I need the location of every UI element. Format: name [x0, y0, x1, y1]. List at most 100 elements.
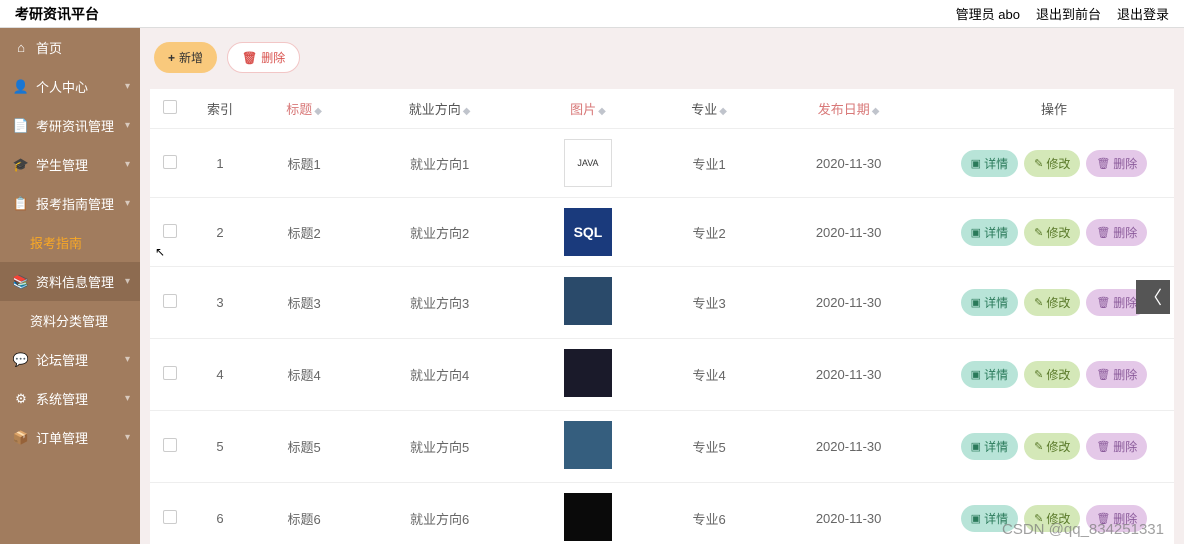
- detail-button[interactable]: ▣详情: [961, 361, 1018, 388]
- gear-icon: ⚙: [14, 392, 28, 406]
- cell-image: [521, 267, 655, 339]
- detail-icon: ▣: [971, 296, 981, 309]
- grad-icon: 🎓: [14, 158, 28, 172]
- add-button[interactable]: + 新增: [154, 42, 217, 73]
- row-checkbox[interactable]: [163, 510, 177, 524]
- col-image[interactable]: 图片◆: [521, 89, 655, 129]
- trash-icon: 🗑: [1096, 440, 1110, 453]
- thumbnail[interactable]: [564, 277, 612, 325]
- row-checkbox[interactable]: [163, 438, 177, 452]
- edit-icon: ✎: [1034, 226, 1043, 239]
- sidebar: ⌂首页👤个人中心▾📄考研资讯管理▾🎓学生管理▾📋报考指南管理▾报考指南📚资料信息…: [0, 28, 140, 544]
- detail-button[interactable]: ▣详情: [961, 219, 1018, 246]
- row-actions: ▣详情 ✎修改 🗑删除: [942, 361, 1166, 388]
- order-icon: 📦: [14, 431, 28, 445]
- sidebar-item-0[interactable]: ⌂首页: [0, 28, 140, 67]
- col-major[interactable]: 专业◆: [655, 89, 763, 129]
- delete-button[interactable]: 🗑 删除: [227, 42, 300, 73]
- sidebar-item-label: 论坛管理: [36, 350, 88, 369]
- cell-title: 标题4: [250, 339, 358, 411]
- sidebar-item-8[interactable]: 📦订单管理▾: [0, 418, 140, 457]
- thumbnail[interactable]: [564, 493, 612, 541]
- detail-icon: ▣: [971, 512, 981, 525]
- sidebar-subitem-4-0[interactable]: 报考指南: [0, 223, 140, 262]
- sidebar-item-6[interactable]: 💬论坛管理▾: [0, 340, 140, 379]
- sidebar-item-7[interactable]: ⚙系统管理▾: [0, 379, 140, 418]
- col-index[interactable]: 索引: [190, 89, 250, 129]
- sidebar-item-4[interactable]: 📋报考指南管理▾: [0, 184, 140, 223]
- row-checkbox[interactable]: [163, 294, 177, 308]
- edit-button[interactable]: ✎修改: [1024, 219, 1080, 246]
- forum-icon: 💬: [14, 353, 28, 367]
- cell-title: 标题5: [250, 411, 358, 483]
- cell-date: 2020-11-30: [763, 411, 934, 483]
- cell-major: 专业1: [655, 129, 763, 198]
- col-direction[interactable]: 就业方向◆: [358, 89, 521, 129]
- edit-button[interactable]: ✎修改: [1024, 361, 1080, 388]
- delete-button-label: 删除: [261, 49, 285, 66]
- edit-button[interactable]: ✎修改: [1024, 433, 1080, 460]
- chevron-down-icon: ▾: [125, 276, 130, 287]
- sidebar-item-label: 个人中心: [36, 77, 88, 96]
- sidebar-subitem-5-0[interactable]: 资料分类管理: [0, 301, 140, 340]
- exit-front-link[interactable]: 退出到前台: [1036, 4, 1101, 23]
- edit-icon: ✎: [1034, 157, 1043, 170]
- edit-button[interactable]: ✎修改: [1024, 150, 1080, 177]
- doc-icon: 📄: [14, 119, 28, 133]
- thumbnail[interactable]: [564, 349, 612, 397]
- cell-title: 标题3: [250, 267, 358, 339]
- app-title: 考研资讯平台: [15, 4, 99, 24]
- cursor-icon: ↖: [155, 245, 165, 259]
- row-delete-button[interactable]: 🗑删除: [1086, 433, 1147, 460]
- exit-login-link[interactable]: 退出登录: [1117, 4, 1169, 23]
- sidebar-item-1[interactable]: 👤个人中心▾: [0, 67, 140, 106]
- row-delete-button[interactable]: 🗑删除: [1086, 361, 1147, 388]
- trash-icon: 🗑: [242, 51, 257, 65]
- add-button-label: 新增: [179, 49, 203, 66]
- sidebar-item-5[interactable]: 📚资料信息管理▾: [0, 262, 140, 301]
- sidebar-item-label: 考研资讯管理: [36, 116, 114, 135]
- header-right-links: 管理员 abo 退出到前台 退出登录: [956, 4, 1169, 23]
- sidebar-item-label: 学生管理: [36, 155, 88, 174]
- edit-icon: ✎: [1034, 296, 1043, 309]
- detail-button[interactable]: ▣详情: [961, 433, 1018, 460]
- chevron-left-icon: 〈: [1144, 284, 1162, 310]
- collapse-panel-button[interactable]: 〈: [1136, 280, 1170, 314]
- select-all-checkbox[interactable]: [163, 100, 177, 114]
- table-header-row: 索引 标题◆ 就业方向◆ 图片◆ 专业◆ 发布日期◆ 操作: [150, 89, 1174, 129]
- col-title[interactable]: 标题◆: [250, 89, 358, 129]
- sidebar-item-2[interactable]: 📄考研资讯管理▾: [0, 106, 140, 145]
- sort-icon: ◆: [314, 106, 322, 117]
- admin-label[interactable]: 管理员 abo: [956, 4, 1020, 23]
- chevron-down-icon: ▾: [125, 393, 130, 404]
- detail-icon: ▣: [971, 157, 981, 170]
- content-area: + 新增 🗑 删除 索引 标题◆ 就业方向◆ 图片◆ 专业◆: [140, 28, 1184, 544]
- cell-image: [521, 483, 655, 544]
- row-checkbox[interactable]: [163, 155, 177, 169]
- row-checkbox[interactable]: [163, 224, 177, 238]
- watermark: CSDN @qq_834251331: [1002, 521, 1164, 538]
- cell-index: 5: [190, 411, 250, 483]
- edit-button[interactable]: ✎修改: [1024, 289, 1080, 316]
- chevron-down-icon: ▾: [125, 432, 130, 443]
- cell-index: 4: [190, 339, 250, 411]
- col-date[interactable]: 发布日期◆: [763, 89, 934, 129]
- cell-title: 标题1: [250, 129, 358, 198]
- thumbnail[interactable]: SQL: [564, 208, 612, 256]
- cell-title: 标题2: [250, 198, 358, 267]
- row-delete-button[interactable]: 🗑删除: [1086, 150, 1147, 177]
- thumbnail[interactable]: [564, 421, 612, 469]
- cell-date: 2020-11-30: [763, 198, 934, 267]
- sidebar-item-label: 报考指南管理: [36, 194, 114, 213]
- detail-button[interactable]: ▣详情: [961, 289, 1018, 316]
- thumbnail[interactable]: JAVA: [564, 139, 612, 187]
- chevron-down-icon: ▾: [125, 198, 130, 209]
- plus-icon: +: [168, 51, 175, 65]
- detail-button[interactable]: ▣详情: [961, 150, 1018, 177]
- row-actions: ▣详情 ✎修改 🗑删除: [942, 219, 1166, 246]
- row-delete-button[interactable]: 🗑删除: [1086, 219, 1147, 246]
- detail-icon: ▣: [971, 440, 981, 453]
- edit-icon: ✎: [1034, 368, 1043, 381]
- row-checkbox[interactable]: [163, 366, 177, 380]
- sidebar-item-3[interactable]: 🎓学生管理▾: [0, 145, 140, 184]
